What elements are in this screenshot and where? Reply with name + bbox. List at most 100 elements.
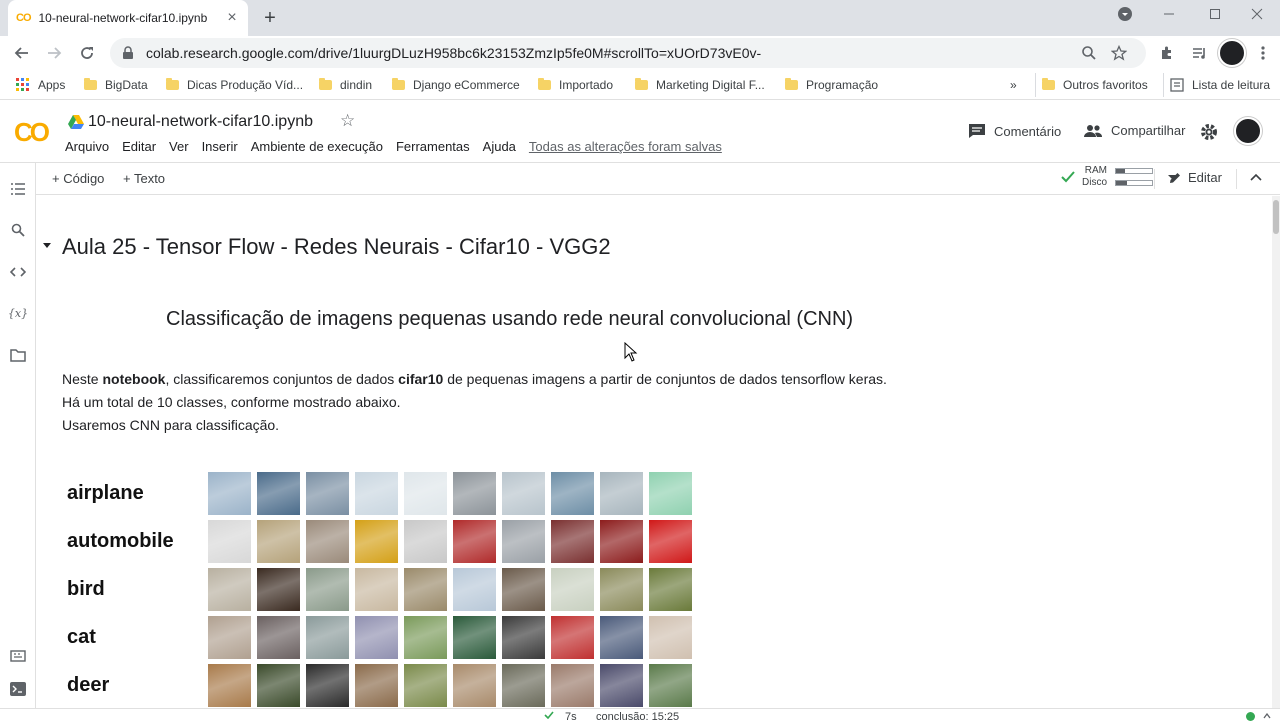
folder-icon <box>1042 78 1055 90</box>
reload-icon[interactable] <box>74 40 100 66</box>
cifar-sample-image <box>208 568 251 611</box>
class-label: deer <box>67 674 110 696</box>
cifar-sample-image <box>551 616 594 659</box>
cifar-sample-image <box>208 664 251 707</box>
bookmark-folder[interactable]: Marketing Digital F... <box>629 73 771 97</box>
disk-meter-fill <box>1116 181 1127 185</box>
vertical-scrollbar[interactable] <box>1272 196 1280 708</box>
menu-runtime[interactable]: Ambiente de execução <box>251 139 383 154</box>
bookmark-folder[interactable]: Dicas Produção Víd... <box>160 73 309 97</box>
bookmark-label: BigData <box>105 78 148 92</box>
forward-icon[interactable] <box>41 40 67 66</box>
cifar-sample-image <box>404 568 447 611</box>
collapse-header-icon[interactable] <box>1250 173 1262 181</box>
cifar-sample-image <box>257 664 300 707</box>
status-bar: 7s conclusão: 15:25 <box>0 708 1280 723</box>
menu-tools[interactable]: Ferramentas <box>396 139 470 154</box>
cifar-sample-image <box>208 520 251 563</box>
tab-title: 10-neural-network-cifar10.ipynb <box>38 11 208 25</box>
url-text: colab.research.google.com/drive/1luurgDL… <box>146 45 762 61</box>
extensions-icon[interactable] <box>1154 40 1180 66</box>
star-icon[interactable]: ☆ <box>340 111 355 131</box>
status-menu-icon <box>1263 713 1271 719</box>
close-tab-icon[interactable]: × <box>224 9 240 27</box>
profile-dropdown-icon[interactable] <box>1102 0 1148 28</box>
code-snippets-icon[interactable] <box>8 262 28 282</box>
cifar-sample-image <box>453 520 496 563</box>
resources-indicator[interactable]: RAM Disco <box>1060 165 1177 189</box>
files-folder-icon[interactable] <box>8 345 28 365</box>
scrollbar-thumb[interactable] <box>1273 200 1279 234</box>
cifar-sample-image <box>649 568 692 611</box>
address-bar[interactable]: colab.research.google.com/drive/1luurgDL… <box>110 38 1146 68</box>
cifar-sample-image <box>551 472 594 515</box>
bookmark-folder[interactable]: Programação <box>779 73 884 97</box>
bookmark-folder[interactable]: Django eCommerce <box>386 73 526 97</box>
bookmarks-overflow-button[interactable]: » <box>1004 73 1023 97</box>
browser-tab[interactable]: CO 10-neural-network-cifar10.ipynb × <box>8 0 248 36</box>
table-of-contents-icon[interactable] <box>8 179 28 199</box>
bookmark-label: dindin <box>340 78 373 92</box>
bookmark-folder[interactable]: dindin <box>313 73 378 97</box>
add-code-button[interactable]: + Código <box>52 171 104 186</box>
menu-help[interactable]: Ajuda <box>483 139 516 154</box>
cifar-sample-image <box>208 616 251 659</box>
bookmark-star-icon[interactable] <box>1104 45 1134 61</box>
back-icon[interactable] <box>9 40 35 66</box>
user-avatar[interactable] <box>1234 117 1262 145</box>
menu-view[interactable]: Ver <box>169 139 189 154</box>
menu-insert[interactable]: Inserir <box>202 139 238 154</box>
section-collapse-icon[interactable] <box>42 242 52 250</box>
window-close-icon[interactable] <box>1234 0 1280 28</box>
add-text-button[interactable]: + Texto <box>123 171 165 186</box>
new-tab-button[interactable]: + <box>258 6 282 30</box>
cifar-sample-image <box>600 568 643 611</box>
share-button[interactable]: Compartilhar <box>1083 123 1185 138</box>
bookmark-apps[interactable]: Apps <box>10 73 71 97</box>
apps-grid-icon <box>16 78 29 91</box>
bookmark-folder[interactable]: BigData <box>78 73 154 97</box>
bookmark-label: Programação <box>806 78 879 92</box>
menu-file[interactable]: Arquivo <box>65 139 109 154</box>
media-controls-icon[interactable] <box>1186 40 1212 66</box>
colab-header: CO 10-neural-network-cifar10.ipynb ☆ Arq… <box>0 101 1280 163</box>
class-label: automobile <box>67 530 174 552</box>
pencil-icon <box>1170 172 1180 183</box>
menu-edit[interactable]: Editar <box>122 139 156 154</box>
bookmark-label: Django eCommerce <box>413 78 520 92</box>
zoom-icon[interactable] <box>1074 45 1104 61</box>
disk-label: Disco <box>1082 177 1108 188</box>
colab-logo[interactable]: CO <box>14 117 50 148</box>
bookmark-folder[interactable]: Importado <box>532 73 619 97</box>
command-palette-icon[interactable] <box>8 646 28 666</box>
search-icon[interactable] <box>8 220 28 240</box>
cifar-sample-image <box>502 616 545 659</box>
completion-time: conclusão: 15:25 <box>596 711 680 723</box>
drive-icon[interactable] <box>68 115 84 129</box>
saved-status[interactable]: Todas as alterações foram salvas <box>529 139 722 154</box>
cifar-sample-image <box>551 568 594 611</box>
maximize-icon[interactable] <box>1192 0 1238 28</box>
browser-menu-icon[interactable] <box>1250 40 1276 66</box>
cifar-sample-image <box>551 520 594 563</box>
section-heading: Aula 25 - Tensor Flow - Redes Neurais - … <box>62 234 611 259</box>
cifar-sample-image <box>600 616 643 659</box>
reading-list-icon <box>1170 78 1184 92</box>
edit-button[interactable]: Editar <box>1168 170 1222 185</box>
cifar-sample-image <box>649 664 692 707</box>
cifar-sample-image <box>355 616 398 659</box>
minimize-icon[interactable] <box>1146 0 1192 28</box>
settings-gear-icon[interactable] <box>1200 123 1218 141</box>
notebook-title[interactable]: 10-neural-network-cifar10.ipynb <box>88 113 313 131</box>
cifar-sample-image <box>306 616 349 659</box>
cifar-sample-image <box>257 472 300 515</box>
comment-label: Comentário <box>994 123 1062 139</box>
class-label: airplane <box>67 482 144 504</box>
other-bookmarks-folder[interactable]: Outros favoritos <box>1035 73 1154 97</box>
variables-icon[interactable]: {x} <box>8 303 28 323</box>
reading-list-button[interactable]: Lista de leitura <box>1163 73 1276 97</box>
reading-list-label: Lista de leitura <box>1192 78 1271 92</box>
terminal-icon[interactable] <box>8 679 28 699</box>
browser-profile-avatar[interactable] <box>1218 39 1246 67</box>
comment-button[interactable]: Comentário <box>968 123 1061 139</box>
